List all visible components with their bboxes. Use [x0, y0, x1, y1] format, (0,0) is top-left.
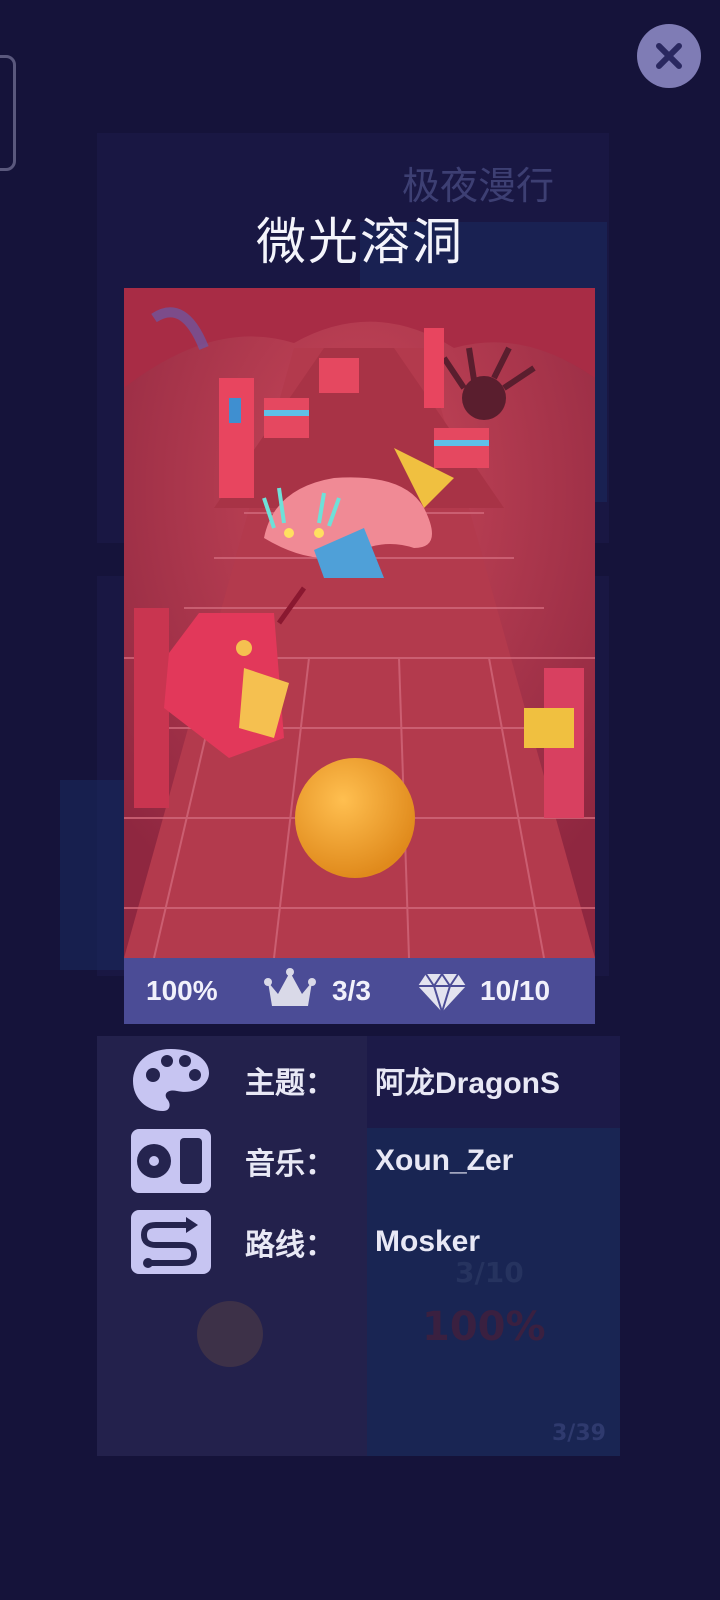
info-row-route: 路线： Mosker	[130, 1209, 480, 1275]
faded-percent: 100%	[422, 1304, 546, 1350]
faded-page-count: 3/39	[552, 1421, 606, 1446]
crown-icon	[264, 968, 316, 1019]
route-value: Mosker	[375, 1225, 481, 1258]
close-button[interactable]	[637, 24, 701, 88]
theme-label: 主题：	[245, 1066, 335, 1101]
crown-count: 3/3	[332, 975, 371, 1006]
faded-ball	[197, 1301, 263, 1367]
info-row-music: 音乐： Xoun_Zer	[130, 1128, 513, 1194]
close-icon	[656, 43, 682, 69]
hexagon-frame	[0, 55, 16, 171]
theme-value: 阿龙DragonS	[375, 1067, 561, 1100]
faded-gem-count: 3/10	[455, 1256, 524, 1289]
music-label: 音乐：	[245, 1147, 335, 1182]
background-card-left	[60, 780, 130, 970]
gem-count: 10/10	[480, 975, 551, 1006]
level-artwork	[124, 288, 595, 958]
level-title: 微光溶洞	[256, 213, 464, 271]
route-label: 路线：	[245, 1228, 335, 1263]
stats-bar: 100% 3/3 10/10	[124, 958, 595, 1024]
diamond-icon	[416, 970, 468, 1021]
music-value: Xoun_Zer	[375, 1144, 514, 1177]
route-icon	[130, 1209, 212, 1275]
info-row-theme: 主题： 阿龙DragonS	[130, 1047, 560, 1113]
level-preview-image[interactable]	[124, 288, 595, 958]
completion-percent: 100%	[146, 975, 218, 1006]
palette-icon	[130, 1047, 212, 1113]
music-player-icon	[130, 1128, 212, 1194]
